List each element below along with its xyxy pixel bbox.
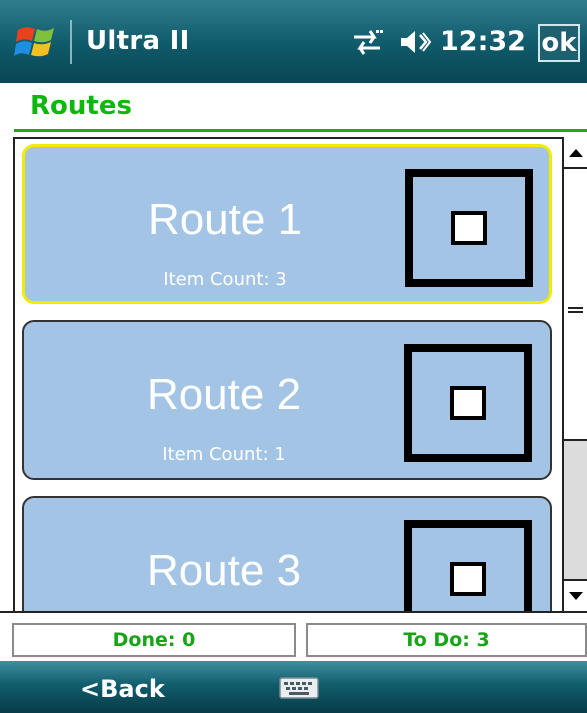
route-item-count: Item Count: 3 bbox=[163, 269, 287, 290]
route-item-count: Item Count: 1 bbox=[162, 444, 286, 465]
page-header: Routes bbox=[0, 83, 587, 129]
route-checkbox[interactable] bbox=[404, 520, 532, 613]
back-softkey[interactable]: <Back bbox=[80, 675, 165, 703]
app-title: Ultra II bbox=[86, 26, 190, 56]
scroll-grip-icon bbox=[568, 307, 583, 313]
checkbox-inner bbox=[451, 211, 487, 245]
scroll-thumb[interactable] bbox=[564, 169, 587, 441]
scroll-down-button[interactable] bbox=[564, 579, 587, 611]
connectivity-icon[interactable] bbox=[350, 26, 384, 58]
scroll-track[interactable] bbox=[564, 441, 587, 579]
header-divider bbox=[14, 129, 587, 132]
status-row: Done: 0 To Do: 3 bbox=[0, 611, 587, 661]
page-title: Routes bbox=[30, 91, 132, 121]
route-checkbox[interactable] bbox=[404, 344, 532, 462]
checkbox-inner bbox=[450, 386, 486, 420]
keyboard-icon[interactable] bbox=[279, 677, 319, 699]
route-checkbox[interactable] bbox=[405, 169, 533, 287]
scroll-up-button[interactable] bbox=[564, 137, 587, 169]
done-count: Done: 0 bbox=[12, 623, 296, 657]
checkbox-inner bbox=[450, 562, 486, 596]
windows-start-icon[interactable] bbox=[14, 22, 60, 62]
soft-key-bar: <Back bbox=[0, 661, 587, 713]
title-separator bbox=[70, 20, 72, 64]
route-name: Route 3 bbox=[146, 546, 302, 595]
route-name: Route 2 bbox=[146, 370, 302, 419]
route-item-1[interactable]: Route 1 Item Count: 3 bbox=[22, 144, 552, 304]
routes-list[interactable]: Route 1 Item Count: 3 Route 2 Item Count… bbox=[13, 137, 564, 615]
todo-count: To Do: 3 bbox=[306, 623, 587, 657]
title-bar: Ultra II 12:32 ok bbox=[0, 0, 587, 83]
arrow-up-icon bbox=[568, 148, 583, 157]
route-item-3[interactable]: Route 3 bbox=[22, 496, 552, 613]
clock[interactable]: 12:32 bbox=[440, 26, 526, 57]
route-item-2[interactable]: Route 2 Item Count: 1 bbox=[22, 320, 552, 480]
ok-button[interactable]: ok bbox=[538, 24, 580, 62]
route-name: Route 1 bbox=[147, 195, 303, 244]
list-scrollbar[interactable] bbox=[562, 137, 587, 611]
arrow-down-icon bbox=[568, 591, 583, 600]
volume-icon[interactable] bbox=[398, 26, 432, 58]
